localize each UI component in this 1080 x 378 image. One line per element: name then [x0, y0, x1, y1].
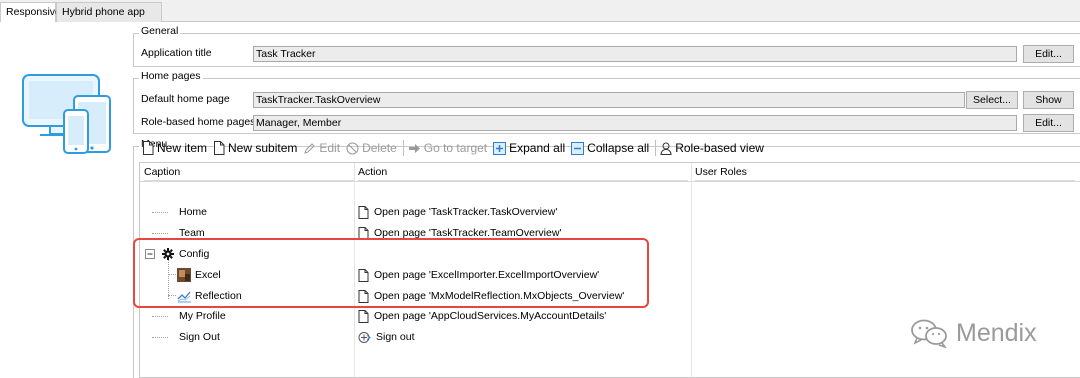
action-column-header[interactable]: Action [358, 163, 688, 181]
wechat-icon [911, 319, 947, 348]
user-icon [660, 142, 672, 155]
new-subitem-button[interactable]: New subitem [213, 141, 297, 155]
collapse-all-label: Collapse all [587, 141, 650, 155]
new-document-icon [143, 141, 154, 155]
go-to-target-label: Go to target [423, 141, 488, 155]
home-pages-group-title: Home pages [139, 70, 203, 82]
application-title-edit-button[interactable]: Edit... [1023, 45, 1074, 63]
new-item-button[interactable]: New item [142, 141, 207, 155]
no-entry-icon [346, 142, 359, 154]
default-home-page-label: Default home page [141, 93, 230, 105]
default-home-page-show-button[interactable]: Show [1023, 91, 1074, 109]
menu-item-caption: Home [179, 206, 208, 218]
new-subitem-label: New subitem [228, 141, 298, 155]
edit-label: Edit [319, 141, 341, 155]
role-based-home-pages-edit-button[interactable]: Edit... [1023, 114, 1074, 132]
menu-item-caption: My Profile [179, 310, 226, 322]
new-document-icon [214, 141, 225, 155]
tab-hybrid-phone-app-online[interactable]: Hybrid phone app online [56, 2, 162, 36]
menu-row-home[interactable]: Home Open page 'TaskTracker.TaskOverview… [140, 202, 1080, 223]
menu-item-action: Open page 'AppCloudServices.MyAccountDet… [358, 309, 606, 323]
menu-item-action: Sign out [358, 330, 415, 344]
tab-bar: Responsive Hybrid phone app online [0, 0, 1080, 36]
role-based-view-button[interactable]: Role-based view [660, 141, 764, 155]
delete-label: Delete [362, 141, 397, 155]
sign-out-icon [358, 331, 371, 343]
user-roles-column-header[interactable]: User Roles [695, 163, 1075, 181]
collapse-minus-icon [571, 141, 585, 155]
application-title-label: Application title [141, 47, 212, 59]
collapse-all-button[interactable]: Collapse all [571, 141, 649, 155]
expand-all-button[interactable]: Expand all [493, 141, 565, 155]
role-based-home-pages-label: Role-based home pages [141, 116, 256, 128]
edit-button[interactable]: Edit [303, 141, 340, 155]
default-home-page-field[interactable]: TaskTracker.TaskOverview [253, 92, 965, 108]
menu-item-caption: Sign Out [179, 331, 220, 343]
toolbar-separator [655, 140, 657, 156]
default-home-page-select-button[interactable]: Select... [966, 91, 1018, 109]
arrow-right-icon [408, 143, 420, 153]
role-based-view-label: Role-based view [675, 141, 764, 155]
menu-toolbar: New item New subitem Edit Delete Go to t… [142, 137, 770, 159]
home-pages-group: Home pages Default home page TaskTracker… [133, 70, 1080, 134]
tab-responsive[interactable]: Responsive [0, 2, 61, 23]
menu-item-action-text: Open page 'TaskTracker.TaskOverview' [374, 206, 558, 218]
application-title-field[interactable]: Task Tracker [253, 46, 1017, 62]
menu-item-action: Open page 'TaskTracker.TaskOverview' [358, 205, 557, 219]
general-group: General Application title Task Tracker E… [133, 25, 1080, 67]
pencil-icon [304, 142, 316, 154]
role-based-home-pages-field[interactable]: Manager, Member [253, 115, 1017, 131]
go-to-target-button[interactable]: Go to target [408, 141, 487, 155]
general-group-title: General [139, 25, 181, 37]
menu-item-action-text: Sign out [376, 331, 415, 343]
config-highlight-box [133, 238, 649, 308]
header-divider [140, 181, 1080, 182]
mendix-watermark: Mendix [910, 318, 1037, 348]
delete-button[interactable]: Delete [346, 141, 397, 155]
menu-item-action-text: Open page 'AppCloudServices.MyAccountDet… [374, 310, 607, 322]
toolbar-separator [402, 140, 404, 156]
responsive-device-icon [20, 70, 115, 155]
watermark-text: Mendix [956, 318, 1037, 347]
page-icon [358, 309, 369, 323]
page-icon [358, 205, 369, 219]
expand-all-label: Expand all [509, 141, 566, 155]
expand-plus-icon [493, 141, 507, 155]
caption-column-header[interactable]: Caption [144, 163, 354, 181]
new-item-label: New item [157, 141, 208, 155]
